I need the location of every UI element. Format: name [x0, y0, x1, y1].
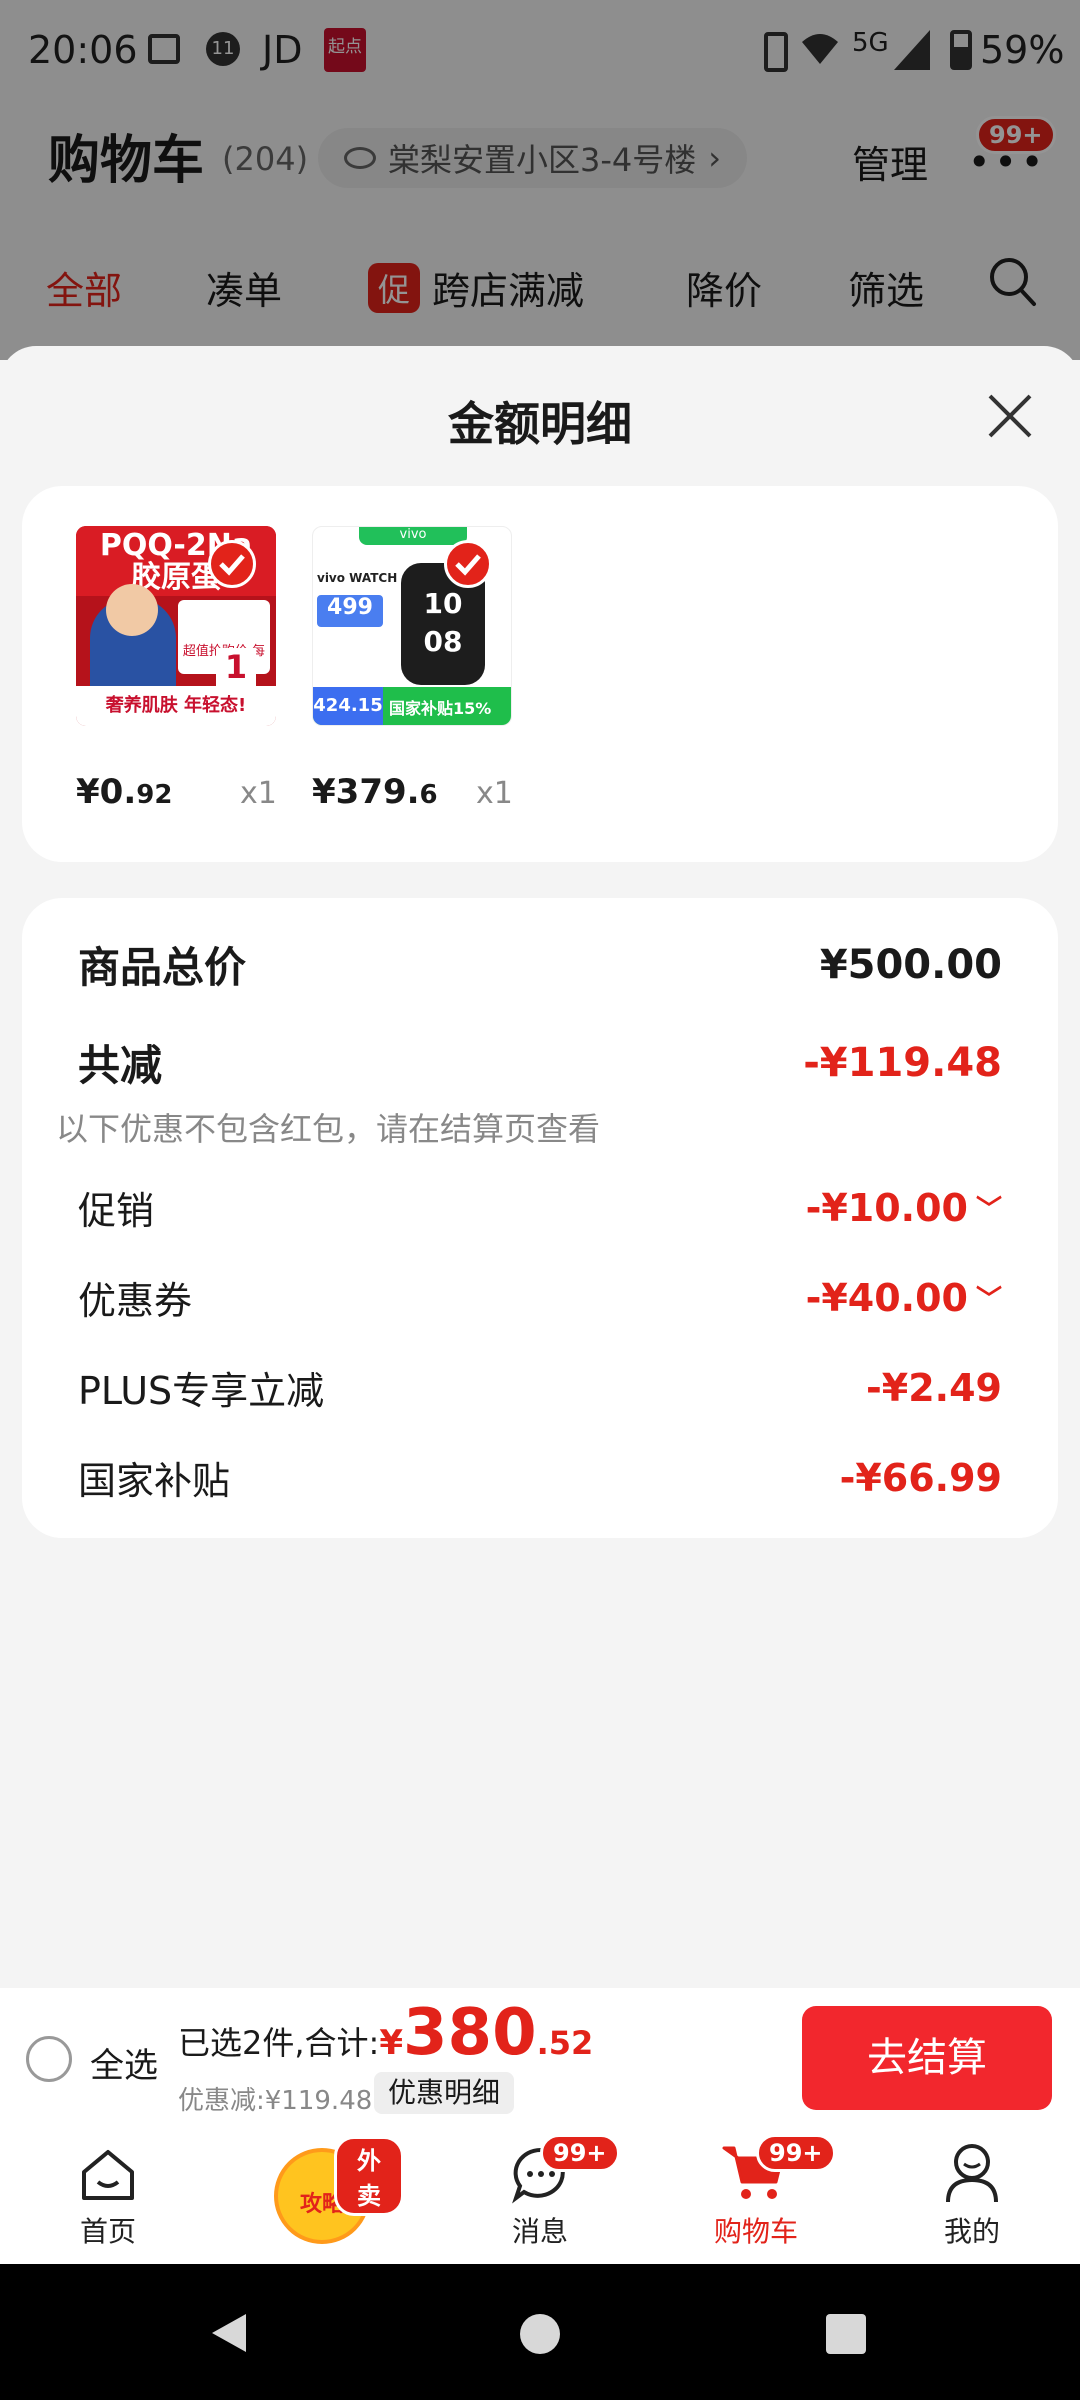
summary-card: 商品总价 ¥500.00 共减 -¥119.48 以下优惠不包含红包，请在结算页… — [22, 898, 1058, 1538]
product-qty: x1 — [476, 776, 513, 811]
tab-cart-label: 购物车 — [713, 2215, 798, 2248]
product-image-price: 499 — [317, 595, 383, 627]
subsidy-row-label: 国家补贴 — [78, 1459, 231, 1503]
tab-home[interactable]: 首页 — [28, 2126, 188, 2264]
tab-profile-label: 我的 — [943, 2215, 1000, 2248]
home-nav-icon[interactable] — [520, 2314, 560, 2354]
amount-detail-sheet: 金额明细 PQQ-2Na 胶原蛋 超值抢购价 每条 1 奢养肌肤 年轻态! ¥0… — [0, 346, 1080, 1986]
subsidy-row-value: -¥66.99 — [839, 1455, 1002, 1500]
tab-messages-label: 消息 — [511, 2215, 568, 2248]
coupon-label: 优惠券 — [78, 1279, 193, 1323]
subsidy-label: 国家补贴15% — [389, 699, 492, 718]
product-image-badge: 1 — [216, 648, 256, 686]
cart-badge: 99+ — [756, 2134, 836, 2172]
home-icon — [82, 2150, 134, 2200]
bottom-tabbar: 首页 攻略 外卖 99+ 消息 99+ 购物车 我的 — [0, 2126, 1080, 2264]
selected-text: 已选2件,合计: — [178, 2024, 380, 2062]
product-item[interactable]: vivo vivo WATCH GT 499 10 08 424.15 国家补贴… — [312, 526, 522, 736]
product-item[interactable]: PQQ-2Na 胶原蛋 超值抢购价 每条 1 奢养肌肤 年轻态! — [76, 526, 286, 736]
check-icon — [444, 540, 492, 588]
promotion-value: -¥10.00 — [805, 1185, 968, 1230]
total-dec: .52 — [536, 2024, 594, 2062]
close-icon[interactable] — [984, 390, 1036, 442]
chevron-down-icon: ﹀ — [975, 1195, 1002, 1225]
subsidy-row: 国家补贴 -¥66.99 — [78, 1450, 1002, 1505]
checkout-bar: 全选 已选2件,合计: ¥ 380 .52 优惠减:¥119.48 优惠明细 去… — [0, 1988, 1080, 2126]
check-icon — [208, 540, 256, 588]
plus-row: PLUS专享立减 -¥2.49 — [78, 1360, 1002, 1415]
reduce-row: 共减 -¥119.48 — [78, 1032, 1002, 1093]
product-price: ¥0.92 — [76, 772, 173, 812]
product-qty: x1 — [240, 776, 277, 811]
checkout-total: 已选2件,合计: ¥ 380 .52 — [178, 1996, 593, 2070]
total-label: 商品总价 — [78, 943, 247, 992]
product-price: ¥379.6 — [312, 772, 438, 812]
plus-value: -¥2.49 — [866, 1365, 1002, 1410]
total-value: ¥500.00 — [819, 941, 1002, 988]
reduce-label: 共减 — [78, 1041, 163, 1090]
reduce-value: -¥119.48 — [803, 1039, 1002, 1086]
total-row: 商品总价 ¥500.00 — [78, 934, 1002, 995]
chevron-down-icon: ﹀ — [975, 1285, 1002, 1315]
modal-overlay[interactable] — [0, 0, 1080, 360]
promotion-row[interactable]: 促销 -¥10.00 ﹀ — [78, 1180, 1002, 1235]
profile-icon — [946, 2144, 998, 2203]
currency: ¥ — [379, 2023, 403, 2063]
tab-messages[interactable]: 99+ 消息 — [460, 2126, 620, 2264]
takeout-badge: 外卖 — [334, 2136, 404, 2216]
sheet-title: 金额明细 — [448, 397, 632, 451]
coupon-row[interactable]: 优惠券 -¥40.00 ﹀ — [78, 1270, 1002, 1325]
checkout-button[interactable]: 去结算 — [802, 2006, 1052, 2110]
back-icon[interactable] — [206, 2310, 252, 2356]
subsidy-banner: 424.15 国家补贴15% — [313, 687, 511, 725]
spokesperson-face — [106, 584, 158, 636]
tab-cart[interactable]: 99+ 购物车 — [676, 2126, 836, 2264]
system-navigation-bar — [0, 2264, 1080, 2400]
coupon-value: -¥40.00 — [805, 1275, 968, 1320]
select-all-label[interactable]: 全选 — [90, 2038, 158, 2087]
products-card: PQQ-2Na 胶原蛋 超值抢购价 每条 1 奢养肌肤 年轻态! ¥0.92 x… — [22, 486, 1058, 862]
tab-home-label: 首页 — [79, 2215, 136, 2248]
select-all-checkbox[interactable] — [26, 2036, 72, 2082]
discount-detail-button[interactable]: 优惠明细 — [374, 2072, 515, 2114]
message-badge: 99+ — [540, 2134, 620, 2172]
tab-strategy[interactable]: 攻略 外卖 — [244, 2126, 404, 2264]
plus-label: PLUS专享立减 — [78, 1369, 325, 1413]
subsidy-price: 424.15 — [313, 687, 383, 725]
product-image-slogan: 奢养肌肤 年轻态! — [76, 686, 276, 726]
watch-face: 10 08 — [423, 587, 463, 658]
reduce-note: 以下优惠不包含红包，请在结算页查看 — [56, 1110, 601, 1148]
discount-text: 优惠减:¥119.48 — [178, 2086, 373, 2116]
recents-icon[interactable] — [826, 2314, 866, 2354]
total-int: 380 — [403, 1996, 537, 2070]
promotion-label: 促销 — [78, 1189, 155, 1233]
tab-profile[interactable]: 我的 — [892, 2126, 1052, 2264]
